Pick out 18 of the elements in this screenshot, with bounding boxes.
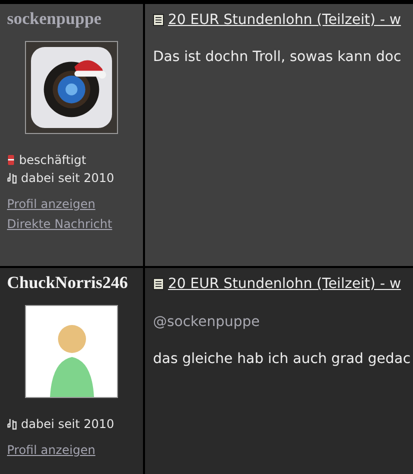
mention-text[interactable]: @sockenpuppe — [153, 313, 413, 331]
profile-link[interactable]: Profil anzeigen — [7, 196, 96, 212]
user-info-text: beschäftigt — [19, 152, 86, 168]
username[interactable]: ChuckNorris246 — [7, 273, 136, 293]
member-icon — [7, 172, 17, 184]
member-icon — [7, 418, 17, 430]
status-icon — [7, 155, 15, 165]
document-icon — [153, 14, 164, 26]
thread-title-link[interactable]: 20 EUR Stundenlohn (Teilzeit) - w — [168, 275, 401, 293]
post-text: Das ist dochn Troll, sowas kann doc — [153, 48, 402, 66]
profile-link[interactable]: Profil anzeigen — [7, 442, 96, 458]
post-text: das gleiche hab ich auch grad gedac — [153, 350, 412, 368]
thread-title-link[interactable]: 20 EUR Stundenlohn (Teilzeit) - w — [168, 11, 401, 29]
username[interactable]: sockenpuppe — [7, 9, 136, 29]
user-info-text: dabei seit 2010 — [21, 416, 114, 432]
user-info-text: dabei seit 2010 — [21, 170, 114, 186]
profile-link[interactable]: Direkte Nachricht — [7, 216, 112, 232]
document-icon — [153, 278, 164, 290]
